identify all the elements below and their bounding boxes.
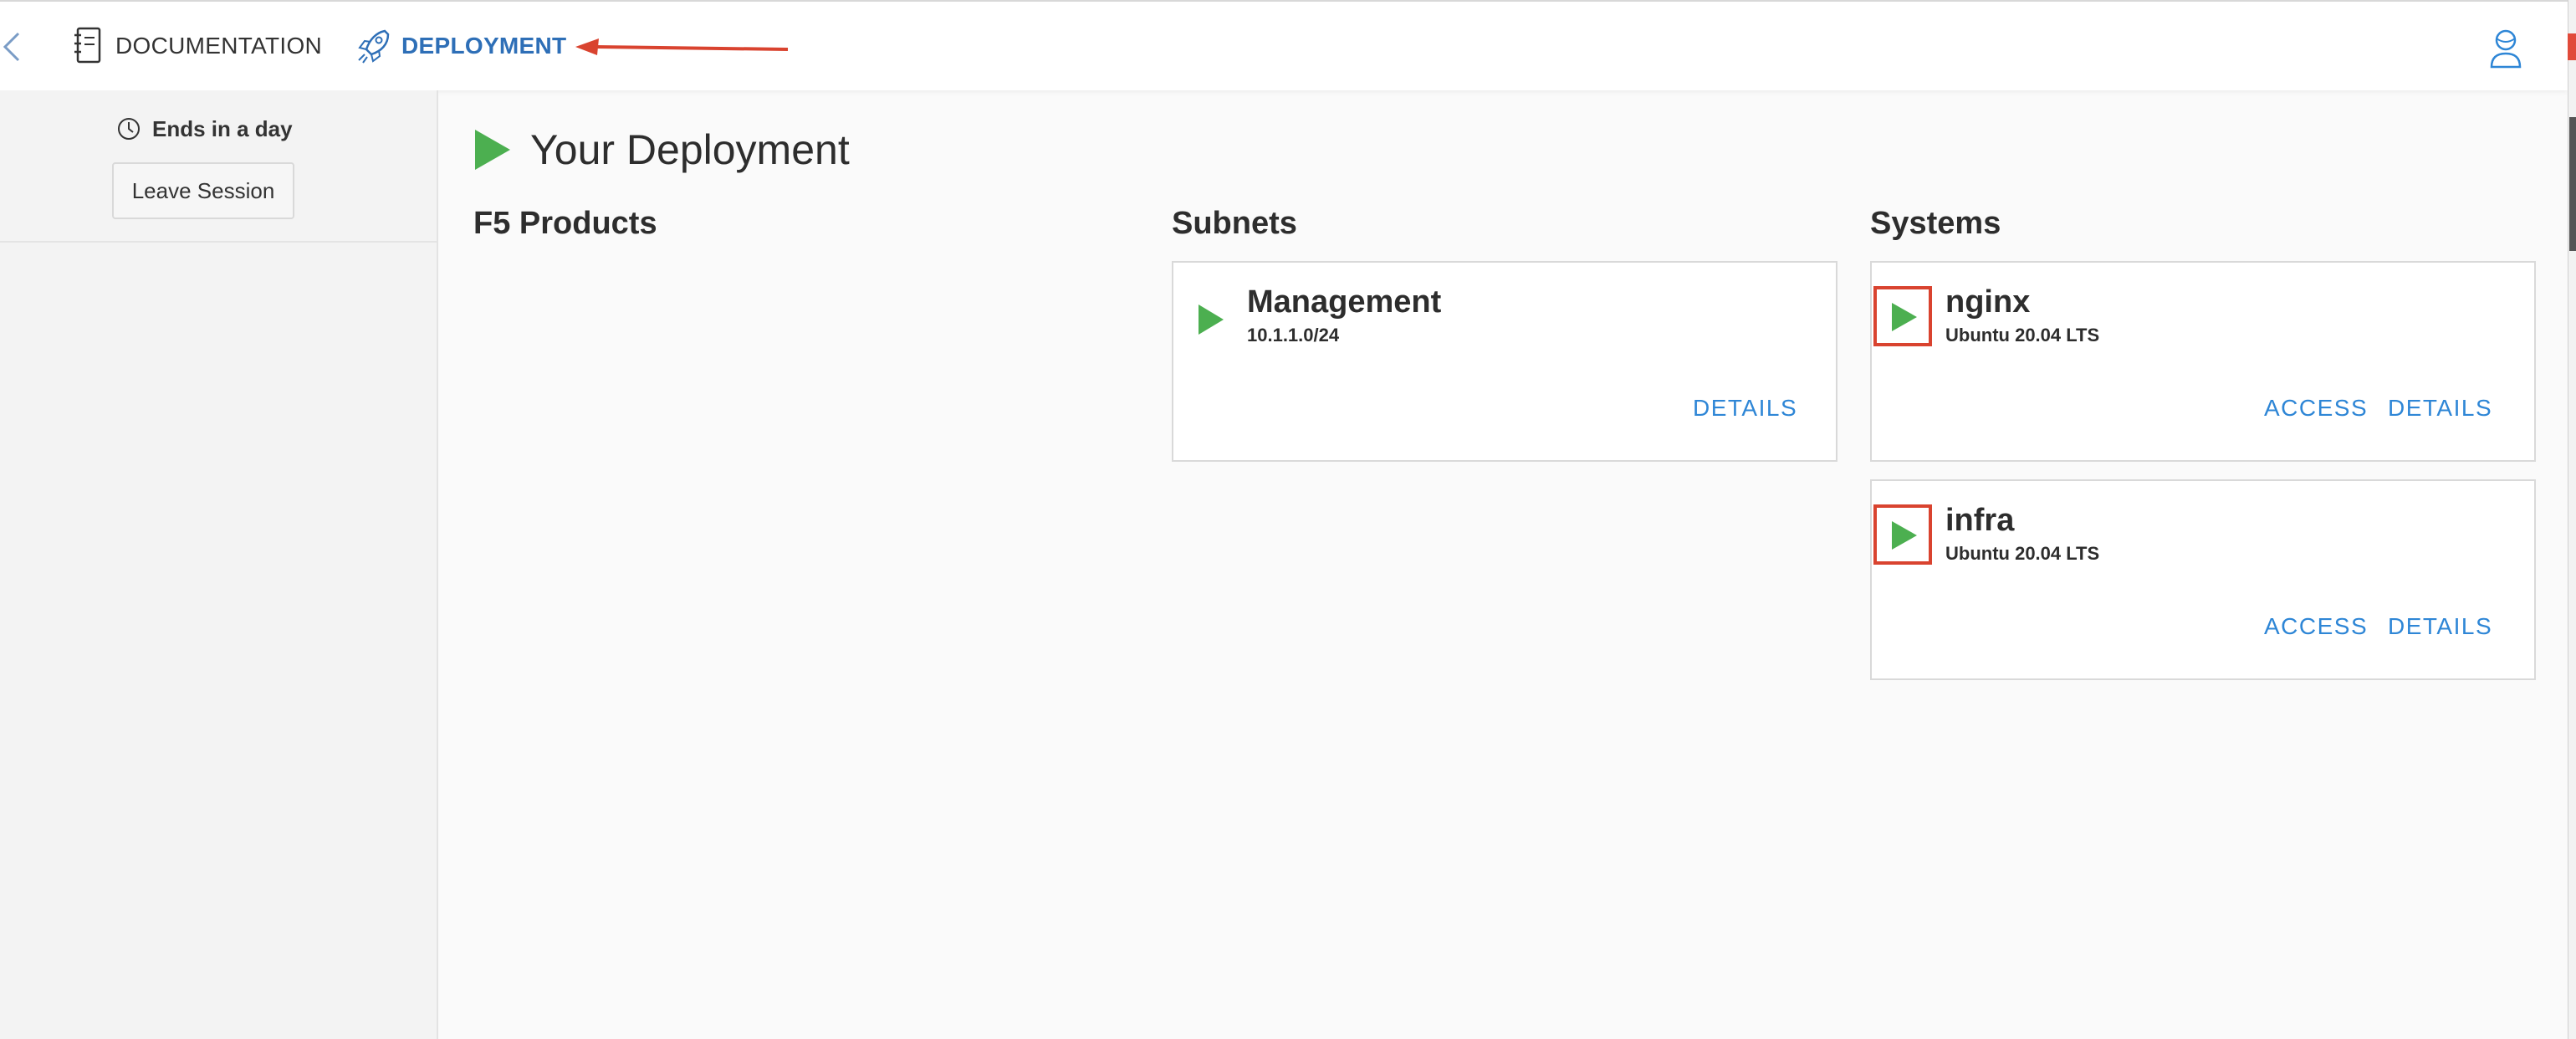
leave-session-button[interactable]: Leave Session (112, 162, 294, 219)
timer-label: Ends in a day (152, 115, 293, 141)
play-icon (473, 128, 512, 171)
rocket-icon (356, 26, 391, 66)
nav-deployment-label: DEPLOYMENT (401, 33, 567, 59)
subnets-heading: Subnets (1172, 206, 1297, 241)
session-timer: Ends in a day (115, 115, 293, 142)
subnet-name: Management (1247, 284, 1442, 320)
system-card-infra: infra Ubuntu 20.04 LTS ACCESS DETAILS (1870, 479, 2536, 680)
system-name: nginx (1945, 284, 2031, 320)
chevron-left-icon[interactable] (0, 28, 25, 65)
clock-icon (115, 115, 142, 142)
f5-products-heading: F5 Products (473, 206, 657, 241)
system-os: Ubuntu 20.04 LTS (1945, 325, 2100, 345)
subnet-card: Management 10.1.1.0/24 DETAILS (1172, 261, 1837, 462)
start-system-button[interactable] (1873, 286, 1932, 346)
notebook-icon (70, 26, 105, 66)
annotation-arrow (575, 38, 789, 55)
start-system-button[interactable] (1873, 504, 1932, 565)
system-card-nginx: nginx Ubuntu 20.04 LTS ACCESS DETAILS (1870, 261, 2536, 462)
systems-heading: Systems (1870, 206, 2001, 241)
page-header: Your Deployment (473, 125, 850, 174)
system-os: Ubuntu 20.04 LTS (1945, 543, 2100, 564)
scrollbar-thumb[interactable] (2569, 117, 2576, 251)
nav-documentation[interactable]: DOCUMENTATION (70, 25, 322, 67)
system-details-link[interactable]: DETAILS (2388, 395, 2492, 422)
nav-deployment[interactable]: DEPLOYMENT (356, 25, 566, 67)
page-title: Your Deployment (530, 126, 850, 173)
sidebar: Ends in a day Leave Session (0, 90, 438, 1039)
subnet-details-link[interactable]: DETAILS (1693, 395, 1797, 422)
session-panel: Ends in a day Leave Session (0, 90, 437, 243)
main-content: Your Deployment F5 Products Subnets Syst… (438, 90, 2568, 1039)
subnet-cidr: 10.1.1.0/24 (1247, 325, 1340, 345)
system-details-link[interactable]: DETAILS (2388, 613, 2492, 640)
system-access-link[interactable]: ACCESS (2264, 395, 2368, 422)
window-edge-marker (2568, 33, 2576, 60)
nav-documentation-label: DOCUMENTATION (115, 33, 323, 59)
play-icon[interactable] (1197, 303, 1225, 336)
top-navigation-bar: DOCUMENTATION DEPLOYMENT (0, 0, 2568, 90)
system-name: infra (1945, 503, 2015, 538)
user-icon[interactable] (2489, 27, 2522, 70)
system-access-link[interactable]: ACCESS (2264, 613, 2368, 640)
